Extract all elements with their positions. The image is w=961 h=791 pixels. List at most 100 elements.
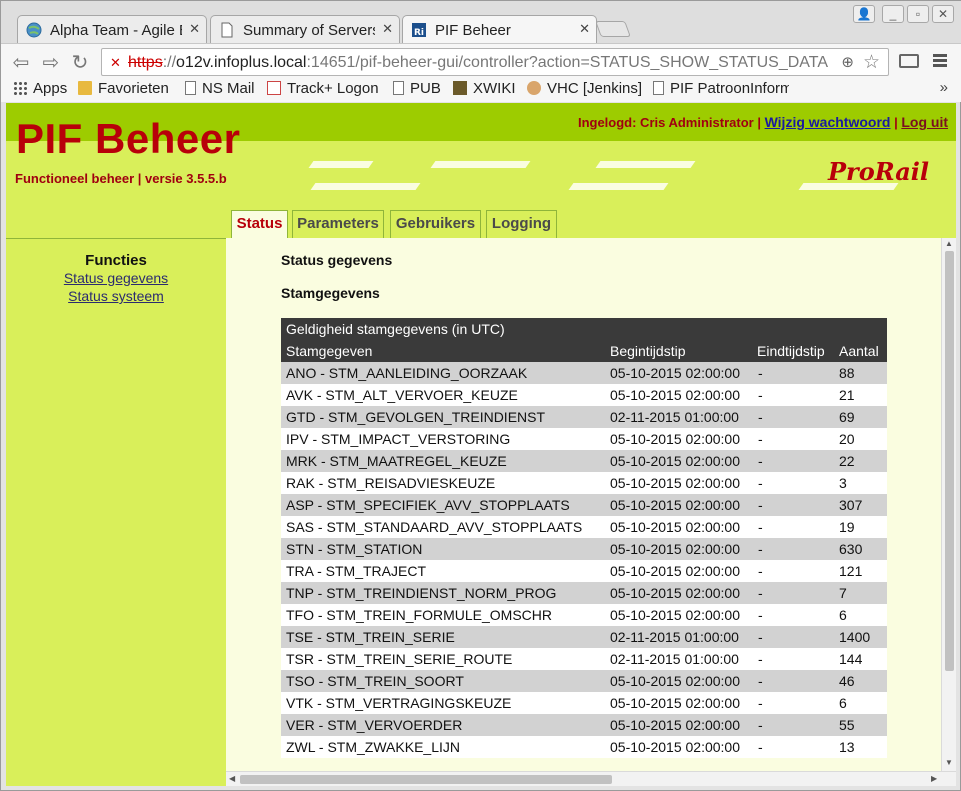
horizontal-scroll-thumb[interactable] (240, 775, 612, 784)
cell-stamgegeven: IPV - STM_IMPACT_VERSTORING (281, 428, 605, 450)
bookmark-ns-mail[interactable]: NS Mail (185, 80, 255, 97)
jenkins-icon (527, 81, 541, 95)
cell-begintijdstip: 05-10-2015 02:00:00 (605, 516, 752, 538)
prorail-logo: ProRail (828, 157, 929, 186)
horizontal-scrollbar[interactable]: ◀ ▶ (226, 771, 956, 786)
table-row: SAS - STM_STANDAARD_AVV_STOPPLAATS 05-10-… (281, 516, 887, 538)
page-icon (185, 81, 196, 95)
tab-title: PIF Beheer (435, 22, 511, 39)
cell-stamgegeven: VER - STM_VERVOERDER (281, 714, 605, 736)
sidebar-title: Functies (85, 252, 147, 269)
window-close-button[interactable]: ✕ (932, 5, 954, 23)
cell-stamgegeven: ASP - STM_SPECIFIEK_AVV_STOPPLAATS (281, 494, 605, 516)
cell-begintijdstip: 02-11-2015 01:00:00 (605, 626, 752, 648)
address-bar[interactable]: ✕ https://o12v.infoplus.local:14651/pif-… (101, 48, 889, 76)
change-password-link[interactable]: Wijzig wachtwoord (765, 114, 891, 130)
cell-stamgegeven: TFO - STM_TREIN_FORMULE_OMSCHR (281, 604, 605, 626)
cell-aantal: 7 (834, 582, 887, 604)
cell-begintijdstip: 05-10-2015 02:00:00 (605, 670, 752, 692)
forward-icon[interactable]: ⇨ (39, 50, 63, 75)
cell-aantal: 55 (834, 714, 887, 736)
cell-eindtijdstip: - (752, 714, 834, 736)
ri-icon: Ri (411, 22, 427, 38)
cell-begintijdstip: 05-10-2015 02:00:00 (605, 582, 752, 604)
tab-gebruikers[interactable]: Gebruikers (390, 210, 481, 238)
cell-begintijdstip: 05-10-2015 02:00:00 (605, 428, 752, 450)
tab-parameters[interactable]: Parameters (292, 210, 384, 238)
cell-eindtijdstip: - (752, 648, 834, 670)
star-icon[interactable]: ☆ (863, 51, 880, 74)
cell-aantal: 630 (834, 538, 887, 560)
url-text[interactable]: https://o12v.infoplus.local:14651/pif-be… (128, 54, 843, 72)
bookmark-pub[interactable]: PUB (393, 80, 441, 97)
scroll-right-icon[interactable]: ▶ (931, 774, 937, 783)
cell-stamgegeven: GTD - STM_GEVOLGEN_TREINDIENST (281, 406, 605, 428)
cell-eindtijdstip: - (752, 560, 834, 582)
scroll-left-icon[interactable]: ◀ (229, 774, 235, 783)
table-row: ANO - STM_AANLEIDING_OORZAAK 05-10-2015 0… (281, 362, 887, 384)
maximize-button[interactable]: ▫ (907, 5, 929, 23)
back-icon[interactable]: ⇦ (9, 50, 33, 75)
sidebar-link-status-systeem[interactable]: Status systeem (6, 288, 226, 304)
sidebar-link-status-gegevens[interactable]: Status gegevens (6, 270, 226, 286)
cast-icon[interactable] (899, 54, 919, 68)
cell-eindtijdstip: - (752, 428, 834, 450)
table-row: VER - STM_VERVOERDER 05-10-2015 02:00:00-… (281, 714, 887, 736)
reload-icon[interactable]: ↻ (68, 50, 92, 75)
user-profile-icon[interactable]: 👤 (853, 5, 875, 23)
column-header-aantal: Aantal (834, 340, 887, 362)
cell-begintijdstip: 05-10-2015 02:00:00 (605, 384, 752, 406)
bookmark-apps[interactable]: Apps (13, 80, 67, 97)
browser-tab-summary-servers[interactable]: Summary of Servers ✕ (210, 15, 400, 43)
cell-aantal: 1400 (834, 626, 887, 648)
stamgegevens-table: Geldigheid stamgegevens (in UTC) Stamgeg… (281, 318, 887, 758)
bookmark-track-logon[interactable]: Track+ Logon (267, 80, 379, 97)
menu-icon[interactable] (933, 54, 947, 68)
close-icon[interactable]: ✕ (382, 21, 393, 37)
decorative-stripe (310, 183, 421, 190)
cell-aantal: 19 (834, 516, 887, 538)
logout-link[interactable]: Log uit (901, 114, 948, 130)
bookmark-pif-patroon[interactable]: PIF PatroonInform (653, 80, 789, 97)
vertical-scrollbar[interactable]: ▲ ▼ (941, 238, 956, 771)
cell-aantal: 69 (834, 406, 887, 428)
bookmark-xwiki[interactable]: XWIKI (453, 80, 516, 97)
scroll-down-icon[interactable]: ▼ (945, 758, 953, 767)
bookmarks-overflow-icon[interactable]: » (940, 79, 948, 96)
cell-begintijdstip: 05-10-2015 02:00:00 (605, 560, 752, 582)
cell-stamgegeven: MRK - STM_MAATREGEL_KEUZE (281, 450, 605, 472)
tab-logging[interactable]: Logging (486, 210, 557, 238)
bookmark-favorieten[interactable]: Favorieten (78, 80, 169, 97)
scroll-up-icon[interactable]: ▲ (945, 239, 953, 248)
bookmark-vhc-jenkins[interactable]: VHC [Jenkins] (527, 80, 642, 97)
svg-text:Ri: Ri (414, 28, 424, 38)
cell-begintijdstip: 05-10-2015 02:00:00 (605, 604, 752, 626)
insecure-lock-icon[interactable]: ✕ (110, 55, 121, 71)
page-heading: Status gegevens (281, 252, 393, 268)
cell-stamgegeven: TSE - STM_TREIN_SERIE (281, 626, 605, 648)
table-row: STN - STM_STATION 05-10-2015 02:00:00-630 (281, 538, 887, 560)
tab-status[interactable]: Status (231, 210, 288, 238)
decorative-stripe (430, 161, 531, 168)
cell-stamgegeven: TRA - STM_TRAJECT (281, 560, 605, 582)
new-tab-button[interactable] (595, 21, 631, 37)
zoom-icon[interactable]: ⊕ (841, 53, 854, 71)
cell-begintijdstip: 05-10-2015 02:00:00 (605, 362, 752, 384)
cell-aantal: 3 (834, 472, 887, 494)
table-row: MRK - STM_MAATREGEL_KEUZE 05-10-2015 02:0… (281, 450, 887, 472)
close-icon[interactable]: ✕ (579, 21, 590, 37)
cell-stamgegeven: STN - STM_STATION (281, 538, 605, 560)
browser-tab-alpha-team[interactable]: Alpha Team - Agile B ✕ (17, 15, 207, 43)
browser-tab-pif-beheer[interactable]: Ri PIF Beheer ✕ (402, 15, 597, 43)
close-icon[interactable]: ✕ (189, 21, 200, 37)
cell-begintijdstip: 02-11-2015 01:00:00 (605, 406, 752, 428)
checklist-icon (267, 81, 281, 95)
folder-icon (78, 81, 92, 95)
minimize-button[interactable]: _ (882, 5, 904, 23)
cell-aantal: 121 (834, 560, 887, 582)
table-row: TNP - STM_TREINDIENST_NORM_PROG 05-10-201… (281, 582, 887, 604)
table-row: TSE - STM_TREIN_SERIE 02-11-2015 01:00:00… (281, 626, 887, 648)
cell-aantal: 20 (834, 428, 887, 450)
vertical-scroll-thumb[interactable] (945, 251, 954, 671)
tab-title: Summary of Servers (243, 22, 375, 39)
